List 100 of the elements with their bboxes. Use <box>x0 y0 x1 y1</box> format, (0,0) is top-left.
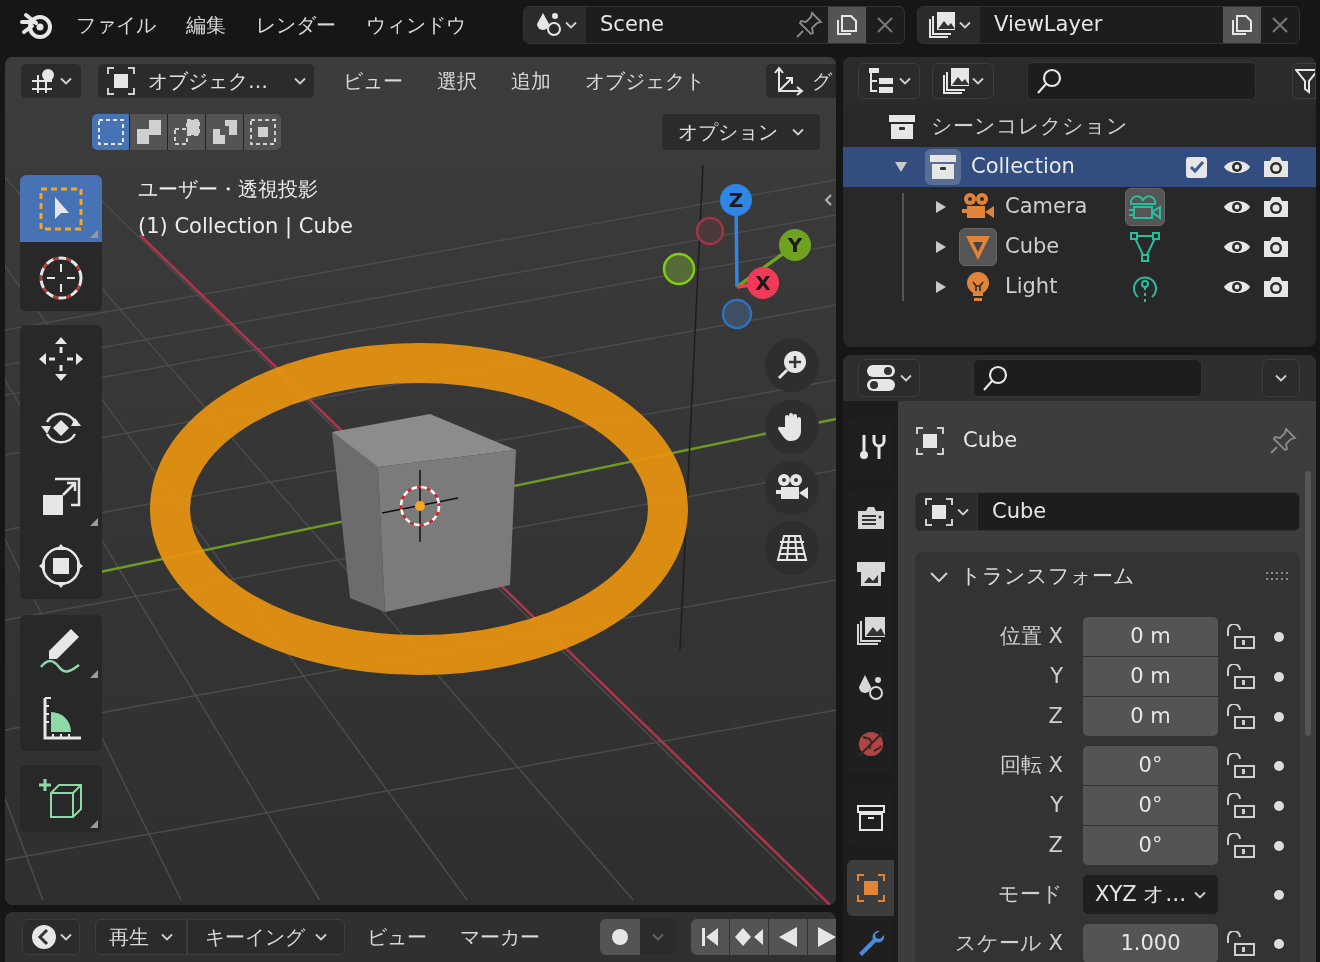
selection-mode-button[interactable] <box>244 114 281 150</box>
render-toggle[interactable] <box>1263 276 1289 298</box>
chevron-down-icon <box>1275 374 1287 382</box>
chevron-down-icon <box>60 77 72 85</box>
view-layer-dropdown[interactable] <box>932 63 994 99</box>
expand-toggle[interactable] <box>894 161 908 173</box>
lock-toggle[interactable] <box>1226 663 1256 690</box>
filter-button[interactable] <box>1292 63 1316 99</box>
selection-mode-button[interactable] <box>206 114 243 150</box>
panel-collapse-toggle[interactable]: トランスフォーム <box>930 561 1135 593</box>
jump-to-start-button[interactable] <box>691 919 729 955</box>
chevron-down-icon <box>957 507 969 516</box>
lock-toggle[interactable] <box>1226 703 1256 730</box>
outliner-row[interactable]: Camera <box>843 187 1316 227</box>
expand-toggle[interactable] <box>935 200 947 214</box>
chevron-down-icon <box>564 21 577 29</box>
lock-toggle[interactable] <box>1226 930 1256 957</box>
selection-mode-button[interactable] <box>92 114 129 150</box>
menu-item[interactable]: レンダー <box>256 10 336 40</box>
lock-toggle[interactable] <box>1226 832 1256 859</box>
duplicate-icon <box>835 13 859 37</box>
menu-item[interactable]: 編集 <box>186 10 226 40</box>
editor-type-button[interactable] <box>22 919 80 955</box>
render-toggle[interactable] <box>1263 196 1289 218</box>
keying-dropdown[interactable]: キーイング <box>187 919 345 955</box>
render-toggle[interactable] <box>1263 236 1289 258</box>
menu-item[interactable]: オブジェクト <box>585 66 705 96</box>
camera-icon <box>1263 276 1289 298</box>
object-data-badge[interactable] <box>1125 188 1165 226</box>
editor-type-button[interactable] <box>858 359 920 397</box>
lock-toggle[interactable] <box>1226 623 1256 650</box>
pin-button[interactable] <box>794 10 824 40</box>
playback-dropdown[interactable]: 再生 <box>95 919 187 955</box>
new-view-layer-button[interactable] <box>1223 7 1261 43</box>
view-name-label: ユーザー・透視投影 <box>138 176 318 203</box>
pin-icon <box>794 10 824 40</box>
selection-mode-icon <box>171 117 202 147</box>
outliner-row[interactable]: Light <box>843 267 1316 307</box>
selection-mode-icon <box>247 117 278 147</box>
menu-item[interactable]: マーカー <box>460 922 540 952</box>
editor-type-button[interactable] <box>20 63 82 99</box>
play-button[interactable] <box>808 919 836 955</box>
play-reverse-button[interactable] <box>769 919 807 955</box>
axis-handle[interactable]: Y <box>779 229 811 261</box>
menu-item[interactable]: 選択 <box>437 66 477 96</box>
menu-item[interactable]: ファイル <box>76 10 156 40</box>
menu-item[interactable]: ビュー <box>367 922 427 952</box>
axis-handle[interactable]: X <box>747 267 779 299</box>
rotation-mode-dropdown[interactable]: XYZ オ… <box>1083 875 1218 914</box>
selection-mode-button[interactable] <box>130 114 167 150</box>
negative-axis-handle[interactable] <box>695 216 725 246</box>
negative-axis-handle[interactable] <box>662 252 696 286</box>
chevron-down-icon <box>60 933 72 941</box>
negative-axis-handle[interactable] <box>721 298 753 330</box>
display-mode-dropdown[interactable] <box>858 63 920 99</box>
scrollbar[interactable] <box>1305 471 1311 736</box>
menu-item[interactable]: 追加 <box>511 66 551 96</box>
scene-browse-button[interactable] <box>524 7 586 43</box>
menu-item[interactable]: ビュー <box>343 66 403 96</box>
exclude-checkbox[interactable] <box>1186 156 1207 178</box>
record-button[interactable] <box>600 919 640 955</box>
lock-toggle[interactable] <box>1226 752 1256 779</box>
selection-mode-button[interactable] <box>168 114 205 150</box>
view-layer-browse-button[interactable] <box>918 7 980 43</box>
outliner-item-name: Light <box>1005 273 1059 301</box>
options-dropdown[interactable] <box>1262 359 1300 397</box>
outliner-row[interactable]: Collection <box>843 147 1316 187</box>
record-dot-icon <box>611 928 629 946</box>
object-name-field[interactable]: Cube <box>915 492 1300 531</box>
transform-orientation-dropdown[interactable]: グ <box>765 63 836 99</box>
disclosure-triangle-right-icon <box>935 240 947 254</box>
expand-toggle[interactable] <box>935 280 947 294</box>
number-field[interactable]: 1.000 <box>1083 924 1218 962</box>
number-field[interactable]: 0° <box>1083 746 1218 785</box>
new-scene-button[interactable] <box>828 7 866 43</box>
number-field[interactable]: 0° <box>1083 786 1218 825</box>
pin-button[interactable] <box>1268 426 1298 456</box>
zoom-in-icon <box>776 349 808 381</box>
app-logo-icon <box>20 10 54 40</box>
image-stack-icon <box>927 11 956 39</box>
number-field[interactable]: 0 m <box>1083 657 1218 696</box>
outliner-row[interactable]: Cube <box>843 227 1316 267</box>
object-browse-button[interactable] <box>916 493 978 530</box>
render-toggle[interactable] <box>1263 156 1289 178</box>
number-field[interactable]: 0 m <box>1083 617 1218 656</box>
lock-toggle[interactable] <box>1226 792 1256 819</box>
menu-item[interactable]: ウィンドウ <box>366 10 466 40</box>
expand-toggle[interactable] <box>935 240 947 254</box>
options-dropdown[interactable]: オプション <box>661 113 821 151</box>
number-field[interactable]: 0 m <box>1083 697 1218 736</box>
search-field[interactable] <box>973 359 1202 397</box>
printer-icon <box>855 559 886 589</box>
chevron-down-icon <box>161 933 173 941</box>
mode-dropdown[interactable]: オブジェク… <box>97 63 315 99</box>
object-icon <box>915 426 945 456</box>
number-field[interactable]: 0° <box>1083 826 1218 865</box>
axis-handle[interactable]: Z <box>720 184 752 216</box>
clock-icon <box>30 923 58 951</box>
jump-keyframe-button[interactable] <box>730 919 768 955</box>
search-field[interactable] <box>1027 62 1256 100</box>
